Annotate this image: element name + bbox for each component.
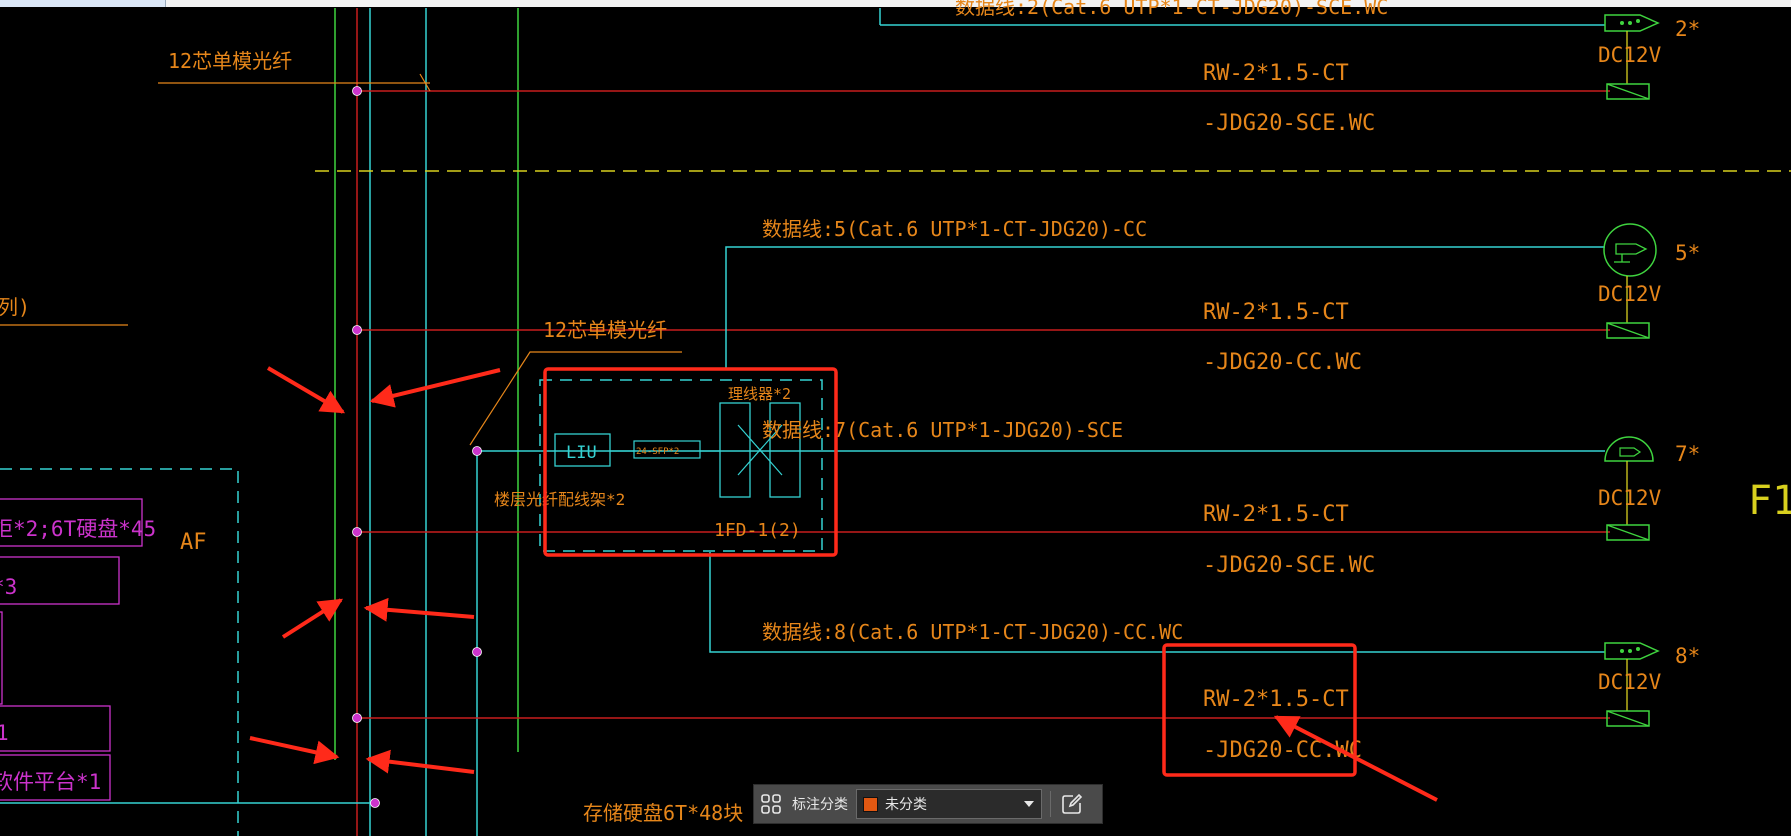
power-label-7-line1: RW-2*1.5-CT	[1203, 502, 1349, 527]
manager-label: 理线器*2	[728, 385, 791, 403]
camera-number-8: 8*	[1675, 644, 1700, 668]
data-line-5-label: 数据线:5(Cat.6 UTP*1-CT-JDG20)-CC	[762, 217, 1147, 241]
camera-device-5	[1603, 223, 1657, 339]
annotation-category-toolbar: 标注分类 未分类	[753, 784, 1103, 824]
fiber-leaders	[0, 73, 682, 446]
annotation-category-label: 标注分类	[792, 797, 848, 813]
equipment-label-3: 1	[0, 721, 9, 745]
data-line-7-label: 数据线:7(Cat.6 UTP*1-JDG20)-SCE	[762, 418, 1123, 442]
fiber-label-top: 12芯单模光纤	[168, 49, 292, 73]
power-label-5-line2: -JDG20-CC.WC	[1203, 350, 1362, 375]
junction-node	[472, 446, 482, 456]
data-lines	[0, 24, 1605, 804]
equipment-label-1: 柜*2;6T硬盘*45	[0, 517, 156, 541]
liu-label: LIU	[566, 443, 597, 463]
fd-label: 1FD-1(2)	[714, 520, 801, 541]
junction-node	[352, 325, 362, 335]
dc-label-7: DC12V	[1598, 486, 1662, 510]
storage-label: 存储硬盘6T*48块	[583, 801, 743, 825]
junction-node	[352, 713, 362, 723]
switch-left	[719, 402, 751, 498]
category-select-value: 未分类	[885, 797, 927, 813]
dc-label-8: DC12V	[1598, 670, 1662, 694]
power-label-2-line1: RW-2*1.5-CT	[1203, 61, 1349, 86]
chevron-down-icon	[1024, 801, 1034, 807]
junction-node	[352, 86, 362, 96]
fiber-label-mid: 12芯单模光纤	[543, 318, 667, 342]
junction-nodes	[352, 86, 482, 808]
equipment-label-4: 软件平台*1	[0, 770, 101, 794]
camera-number-2: 2*	[1675, 17, 1700, 41]
edit-icon[interactable]	[1057, 789, 1087, 819]
junction-node	[370, 798, 380, 808]
floor-label: F1	[1748, 478, 1791, 524]
af-label: AF	[180, 530, 207, 555]
power-label-5-line1: RW-2*1.5-CT	[1203, 300, 1349, 325]
left-cut-label: 列)	[0, 295, 30, 319]
fiber-frame-label: 楼层光纤配线架*2	[494, 490, 625, 509]
power-label-2-line2: -JDG20-SCE.WC	[1203, 111, 1375, 136]
junction-node	[352, 527, 362, 537]
patch-label: 24-SFP*2	[636, 447, 679, 457]
dc-label-2: DC12V	[1598, 43, 1662, 67]
toolbar-divider	[1050, 791, 1051, 817]
data-line-8-label: 数据线:8(Cat.6 UTP*1-CT-JDG20)-CC.WC	[762, 620, 1183, 644]
camera-number-5: 5*	[1675, 241, 1700, 265]
power-label-8-line1: RW-2*1.5-CT	[1203, 687, 1349, 712]
annotation-category-select[interactable]: 未分类	[856, 789, 1042, 819]
cad-drawing-canvas[interactable]: 12芯单模光纤 12芯单模光纤 列) 数据线:2(Cat.6 UTP*1-CT-…	[0, 0, 1791, 836]
equipment-label-2: *3	[0, 575, 17, 599]
power-label-7-line2: -JDG20-SCE.WC	[1203, 553, 1375, 578]
cut-top-label: 数据线:2(Cat.6 UTP*1-CT-JDG20)-SCE.WC	[955, 0, 1388, 19]
dc-label-5: DC12V	[1598, 282, 1662, 306]
category-color-swatch	[863, 796, 878, 812]
grid-icon[interactable]	[754, 787, 788, 821]
camera-number-7: 7*	[1675, 442, 1700, 466]
junction-node	[472, 647, 482, 657]
